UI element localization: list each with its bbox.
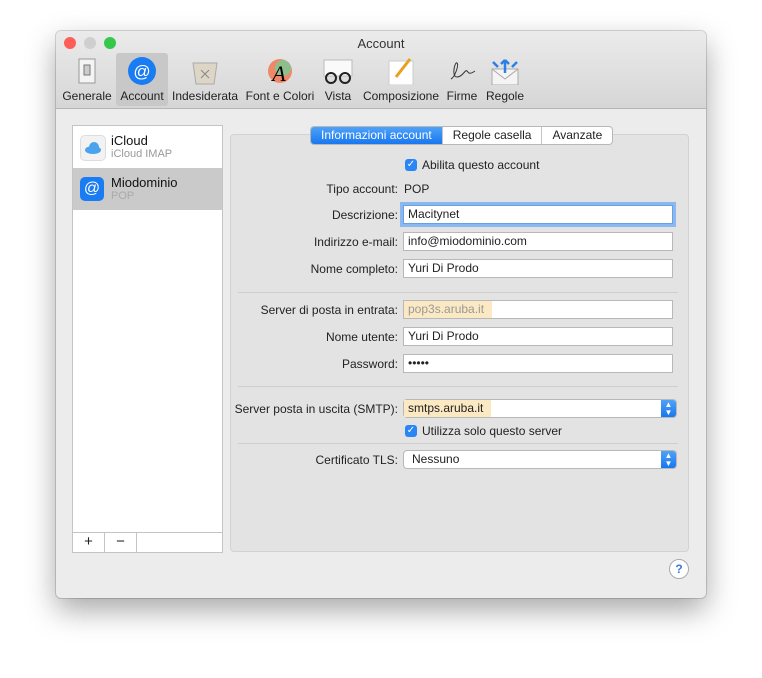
tls-label: Certificato TLS: (315, 453, 398, 467)
window-title: Account (357, 36, 405, 51)
chevron-updown-icon: ▲ ▼ (661, 400, 676, 417)
account-item-icloud[interactable]: iCloud iCloud IMAP (73, 126, 222, 168)
enable-account-label: Abilita questo account (422, 158, 540, 172)
fullname-label: Nome completo: (310, 262, 398, 276)
tab-firme[interactable]: Firme (444, 53, 480, 106)
username-label: Nome utente: (325, 330, 398, 344)
tab-font-colori[interactable]: A Font e Colori (244, 53, 316, 106)
tab-regole-casella[interactable]: Regole casella (441, 127, 542, 144)
cloud-icon (80, 135, 106, 161)
email-field[interactable]: info@miodominio.com (403, 232, 673, 251)
type-value: POP (404, 182, 430, 196)
description-label: Descrizione: (331, 208, 398, 222)
incoming-server-label: Server di posta in entrata: (260, 303, 398, 317)
account-list: iCloud iCloud IMAP @ Miodominio POP + − (72, 125, 223, 553)
enable-account-checkbox[interactable]: ✓ (405, 159, 417, 171)
tab-informazioni-account[interactable]: Informazioni account (311, 127, 442, 144)
type-label: Tipo account: (326, 182, 398, 196)
smtp-server-popup[interactable]: smtps.aruba.it ▲ ▼ (403, 399, 677, 418)
glasses-icon (323, 57, 353, 85)
smtp-label: Server posta in uscita (SMTP): (234, 402, 398, 416)
add-account-button[interactable]: + (73, 533, 105, 552)
description-field[interactable]: Macitynet (403, 205, 673, 224)
list-button-bar: + − (73, 532, 222, 552)
password-field[interactable]: ••••• (403, 354, 673, 373)
incoming-server-value: pop3s.aruba.it (404, 301, 493, 318)
account-item-miodominio[interactable]: @ Miodominio POP (73, 168, 222, 210)
username-field[interactable]: Yuri Di Prodo (403, 327, 673, 346)
tls-value: Nessuno (412, 452, 460, 466)
pencil-icon (386, 57, 416, 86)
tab-avanzate[interactable]: Avanzate (541, 127, 612, 144)
font-colors-icon: A (265, 57, 295, 86)
segmented-tabs: Informazioni account Regole casella Avan… (310, 126, 614, 145)
help-button[interactable]: ? (669, 559, 689, 579)
divider (238, 292, 678, 293)
toolbar: Account Generale @ Account Indesiderata … (56, 31, 706, 109)
tab-generale[interactable]: Generale (62, 53, 112, 106)
at-icon: @ (80, 177, 104, 201)
chevron-updown-icon: ▲ ▼ (661, 451, 676, 468)
tab-vista[interactable]: Vista (320, 53, 356, 106)
svg-text:@: @ (133, 62, 150, 81)
at-icon: @ (127, 57, 157, 85)
switch-icon (72, 57, 102, 85)
junk-bin-icon (190, 57, 220, 85)
tls-certificate-popup[interactable]: Nessuno ▲ ▼ (403, 450, 677, 469)
signature-icon (447, 57, 477, 85)
svg-text:A: A (270, 61, 286, 85)
remove-account-button[interactable]: − (105, 533, 137, 552)
smtp-server-value: smtps.aruba.it (404, 400, 492, 417)
only-server-label: Utilizza solo questo server (422, 424, 563, 438)
tab-composizione[interactable]: Composizione (362, 53, 440, 106)
only-server-checkbox[interactable]: ✓ (405, 425, 417, 437)
password-label: Password: (341, 357, 398, 371)
divider (238, 386, 678, 387)
incoming-server-field[interactable]: pop3s.aruba.it (403, 300, 673, 319)
rules-envelope-icon (490, 57, 520, 86)
tab-indesiderata[interactable]: Indesiderata (172, 53, 238, 106)
divider (238, 443, 678, 444)
tab-account[interactable]: @ Account (116, 53, 168, 106)
preferences-window: Account Generale @ Account Indesiderata … (56, 31, 706, 598)
fullname-field[interactable]: Yuri Di Prodo (403, 259, 673, 278)
email-label: Indirizzo e-mail: (313, 235, 398, 249)
tab-regole[interactable]: Regole (484, 53, 526, 106)
